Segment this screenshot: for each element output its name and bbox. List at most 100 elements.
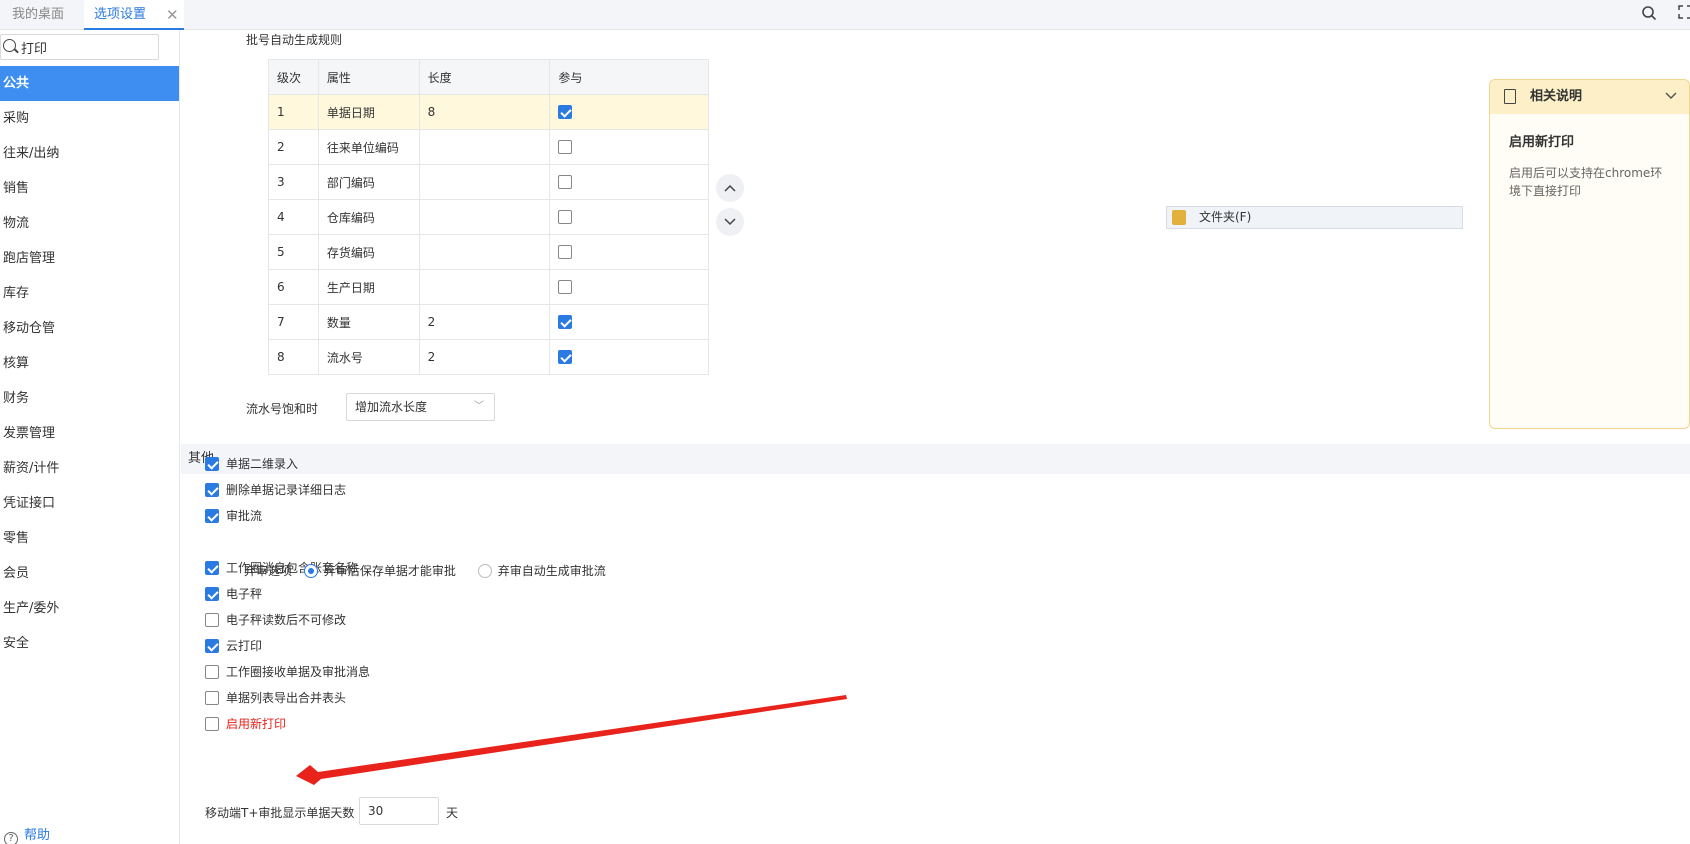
participate-checkbox[interactable] <box>558 105 573 120</box>
option-row[interactable]: 云打印 <box>205 638 262 654</box>
table-cell-attr: 存货编码 <box>317 234 420 270</box>
table-row[interactable]: 4 仓库编码 <box>268 199 709 235</box>
table-cell-participate <box>549 304 709 340</box>
option-checkbox[interactable] <box>205 613 219 627</box>
participate-checkbox[interactable] <box>558 315 573 330</box>
table-cell-participate <box>549 199 709 235</box>
sidebar-item[interactable]: 物流 <box>0 206 179 241</box>
sidebar-item[interactable]: 发票管理 <box>0 416 179 451</box>
info-panel-header[interactable]: 相关说明 <box>1490 80 1689 114</box>
fullscreen-icon[interactable] <box>1676 5 1690 23</box>
table-cell-participate <box>549 269 709 305</box>
participate-checkbox[interactable] <box>558 210 573 225</box>
option-row[interactable]: 工作圈接收单据及审批消息 <box>205 664 370 680</box>
reject-options-label: 弃审选项 <box>244 564 293 578</box>
table-row[interactable]: 2 往来单位编码 <box>268 129 709 165</box>
sidebar-item[interactable]: 库存 <box>0 276 179 311</box>
reject-option-2-label[interactable]: 弃审自动生成审批流 <box>498 564 606 578</box>
reject-option-1-label[interactable]: 弃审后保存单据才能审批 <box>324 564 456 578</box>
table-cell-length[interactable]: 2 <box>418 339 551 375</box>
radio-reject-auto[interactable] <box>477 564 492 578</box>
table-cell-participate <box>549 94 709 130</box>
option-row[interactable]: 删除单据记录详细日志 <box>205 482 346 498</box>
chevron-down-icon[interactable] <box>1665 80 1677 114</box>
table-cell-length[interactable] <box>418 129 551 165</box>
option-checkbox[interactable] <box>205 665 219 679</box>
option-row[interactable]: 电子秤读数后不可修改 <box>205 612 346 628</box>
option-row[interactable]: 单据列表导出合并表头 <box>205 690 346 706</box>
participate-checkbox[interactable] <box>558 245 573 260</box>
folder-icon <box>1172 210 1186 225</box>
move-down-button[interactable] <box>716 208 744 236</box>
option-checkbox[interactable] <box>205 639 219 653</box>
table-row[interactable]: 3 部门编码 <box>268 164 709 200</box>
option-checkbox[interactable] <box>205 483 219 497</box>
table-cell-length[interactable] <box>418 234 551 270</box>
sidebar-item[interactable]: 生产/委外 <box>0 591 179 626</box>
info-description: 启用后可以支持在chrome环境下直接打印 <box>1509 166 1663 198</box>
tab-options-label: 选项设置 <box>94 7 147 22</box>
sidebar-item[interactable]: 薪资/计件 <box>0 451 179 486</box>
sidebar-item[interactable]: 零售 <box>0 521 179 556</box>
table-cell-length[interactable] <box>418 269 551 305</box>
option-checkbox[interactable] <box>205 509 219 523</box>
option-label: 电子秤读数后不可修改 <box>226 613 347 627</box>
option-row[interactable]: 审批流 <box>205 508 262 524</box>
sidebar-item[interactable]: 跑店管理 <box>0 241 179 276</box>
sidebar: 公共采购往来/出纳销售物流跑店管理库存移动仓管核算财务发票管理薪资/计件凭证接口… <box>0 30 180 844</box>
table-cell-length[interactable]: 2 <box>418 304 551 340</box>
table-cell-attr: 流水号 <box>317 339 420 375</box>
participate-checkbox[interactable] <box>558 350 573 365</box>
option-row[interactable]: 单据二维录入 <box>205 456 298 472</box>
table-cell-length[interactable] <box>418 199 551 235</box>
close-icon[interactable]: ✕ <box>166 0 179 30</box>
radio-reject-save[interactable] <box>303 564 318 578</box>
participate-checkbox[interactable] <box>558 140 573 155</box>
table-row[interactable]: 6 生产日期 <box>268 269 709 305</box>
sidebar-item[interactable]: 采购 <box>0 101 179 136</box>
serial-overflow-select[interactable]: 增加流水长度 ﹀ <box>346 393 495 421</box>
folder-item[interactable]: 文件夹(F) <box>1166 206 1463 229</box>
option-checkbox[interactable] <box>205 717 219 731</box>
info-heading: 启用新打印 <box>1509 135 1575 150</box>
tab-my-desktop[interactable]: 我的桌面 <box>12 0 64 30</box>
option-checkbox[interactable] <box>205 587 219 601</box>
chevron-down-icon <box>724 218 736 226</box>
info-panel: 相关说明 启用新打印 启用后可以支持在chrome环境下直接打印 <box>1489 79 1690 429</box>
sidebar-item[interactable]: 核算 <box>0 346 179 381</box>
table-cell-length[interactable] <box>418 164 551 200</box>
table-row[interactable]: 1 单据日期 8 <box>268 94 709 130</box>
option-row[interactable]: 电子秤 <box>205 586 262 602</box>
table-row[interactable]: 5 存货编码 <box>268 234 709 270</box>
table-cell-participate <box>549 164 709 200</box>
sidebar-search[interactable] <box>0 34 159 60</box>
sidebar-item[interactable]: 凭证接口 <box>0 486 179 521</box>
sidebar-item[interactable]: 安全 <box>0 626 179 661</box>
sidebar-search-input[interactable] <box>21 38 151 56</box>
table-row[interactable]: 8 流水号 2 <box>268 339 709 375</box>
sidebar-item[interactable]: 公共 <box>0 66 179 101</box>
participate-checkbox[interactable] <box>558 175 573 190</box>
participate-checkbox[interactable] <box>558 280 573 295</box>
column-header: 级次 <box>268 59 319 95</box>
days-input[interactable] <box>359 797 439 825</box>
search-icon[interactable] <box>1640 5 1658 23</box>
move-up-button[interactable] <box>716 174 744 202</box>
sidebar-item[interactable]: 移动仓管 <box>0 311 179 346</box>
option-checkbox[interactable] <box>205 691 219 705</box>
sidebar-item[interactable]: 财务 <box>0 381 179 416</box>
days-label: 移动端T+审批显示单据天数 <box>205 806 355 820</box>
tab-options-settings[interactable]: 选项设置 ✕ <box>84 0 184 30</box>
help-link[interactable]: ? 帮助 <box>4 824 50 844</box>
table-cell-length[interactable]: 8 <box>418 94 551 130</box>
option-checkbox[interactable] <box>205 561 219 575</box>
sidebar-item[interactable]: 往来/出纳 <box>0 136 179 171</box>
sidebar-item[interactable]: 销售 <box>0 171 179 206</box>
main-content: 批号自动生成规则 级次 属性 长度 参与 1 单据日期 8 2 往来单位编码 3 部门编码 4… <box>181 30 1690 844</box>
batch-rule-title: 批号自动生成规则 <box>246 33 343 47</box>
option-row[interactable]: 启用新打印 <box>205 716 286 732</box>
table-row[interactable]: 7 数量 2 <box>268 304 709 340</box>
table-cell-level: 4 <box>268 199 319 235</box>
sidebar-item[interactable]: 会员 <box>0 556 179 591</box>
option-checkbox[interactable] <box>205 457 219 471</box>
